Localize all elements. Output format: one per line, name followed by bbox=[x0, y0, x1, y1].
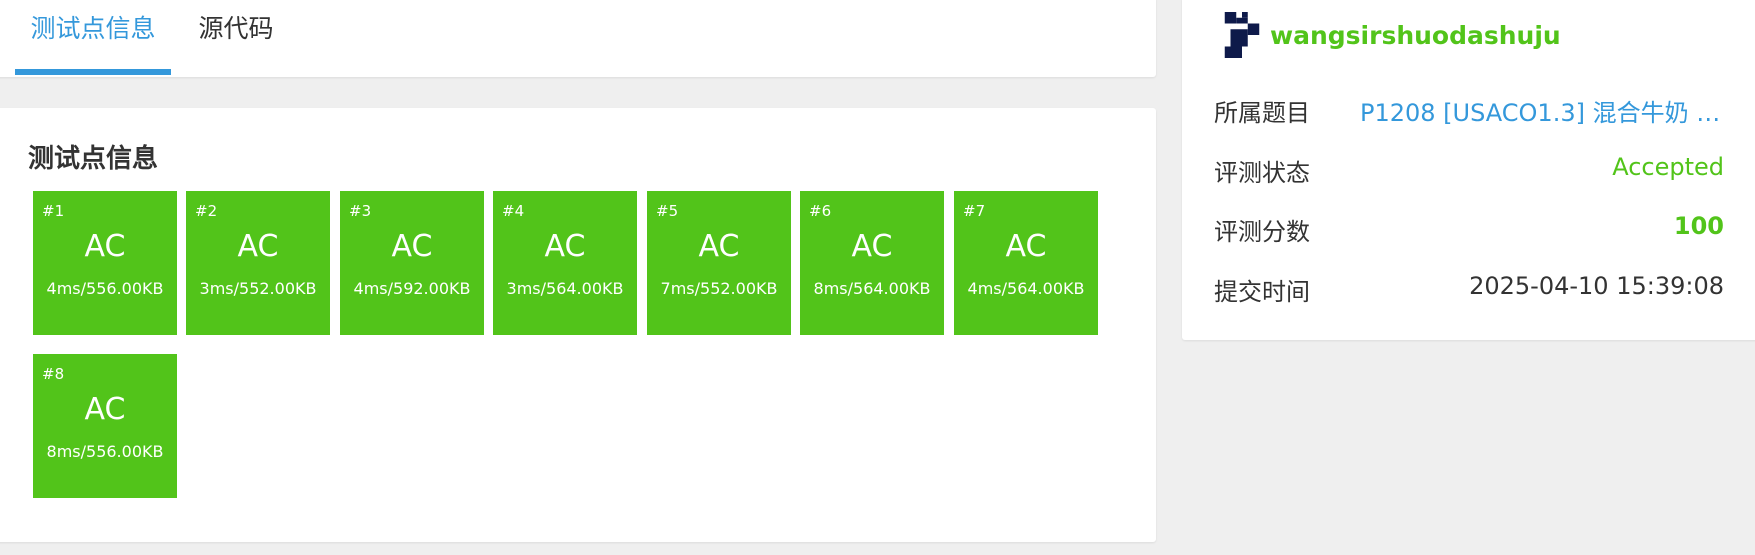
tab-test-points[interactable]: 测试点信息 bbox=[15, 0, 171, 75]
submit-time-value: 2025-04-10 15:39:08 bbox=[1469, 272, 1724, 300]
test-point-result: AC bbox=[544, 229, 586, 264]
score-label: 评测分数 bbox=[1214, 218, 1310, 246]
test-point-result: AC bbox=[698, 229, 740, 264]
test-point-result: AC bbox=[84, 392, 126, 427]
test-point-id: #2 bbox=[195, 202, 218, 220]
test-point-id: #6 bbox=[809, 202, 832, 220]
test-point-result: AC bbox=[851, 229, 893, 264]
user-row: wangsirshuodashuju bbox=[1224, 10, 1561, 60]
test-point-stat: 8ms/556.00KB bbox=[46, 442, 164, 461]
test-point-stat: 7ms/552.00KB bbox=[660, 279, 778, 298]
score-value: 100 bbox=[1673, 212, 1724, 240]
test-point[interactable]: #6 AC 8ms/564.00KB bbox=[800, 191, 944, 335]
status-label: 评测状态 bbox=[1214, 159, 1310, 187]
test-point[interactable]: #3 AC 4ms/592.00KB bbox=[340, 191, 484, 335]
test-point-id: #1 bbox=[42, 202, 65, 220]
test-point-result: AC bbox=[391, 229, 433, 264]
test-point-stat: 4ms/556.00KB bbox=[46, 279, 164, 298]
submission-info-card: wangsirshuodashuju 所属题目 P1208 [USACO1.3]… bbox=[1182, 0, 1755, 340]
submit-time-row: 提交时间 2025-04-10 15:39:08 bbox=[1214, 272, 1724, 312]
test-point[interactable]: #5 AC 7ms/552.00KB bbox=[647, 191, 791, 335]
test-point[interactable]: #1 AC 4ms/556.00KB bbox=[33, 191, 177, 335]
score-row: 评测分数 100 bbox=[1214, 212, 1724, 252]
test-point-id: #4 bbox=[502, 202, 525, 220]
problem-label: 所属题目 bbox=[1214, 99, 1310, 127]
status-row: 评测状态 Accepted bbox=[1214, 153, 1724, 193]
status-value: Accepted bbox=[1612, 153, 1724, 181]
test-point-id: #3 bbox=[349, 202, 372, 220]
test-point-stat: 8ms/564.00KB bbox=[813, 279, 931, 298]
test-point[interactable]: #7 AC 4ms/564.00KB bbox=[954, 191, 1098, 335]
username-link[interactable]: wangsirshuodashuju bbox=[1270, 21, 1561, 50]
test-point-stat: 3ms/564.00KB bbox=[506, 279, 624, 298]
submit-time-label: 提交时间 bbox=[1214, 278, 1310, 306]
test-point-id: #8 bbox=[42, 365, 65, 383]
problem-link[interactable]: P1208 [USACO1.3] 混合牛奶 Mixing Milk bbox=[1360, 93, 1724, 128]
test-point-stat: 4ms/564.00KB bbox=[967, 279, 1085, 298]
test-point[interactable]: #8 AC 8ms/556.00KB bbox=[33, 354, 177, 498]
test-points-card: 测试点信息 #1 AC 4ms/556.00KB #2 AC 3ms/552.0… bbox=[0, 108, 1156, 542]
test-point[interactable]: #4 AC 3ms/564.00KB bbox=[493, 191, 637, 335]
test-point-id: #7 bbox=[963, 202, 986, 220]
test-point-stat: 3ms/552.00KB bbox=[199, 279, 317, 298]
avatar-identicon-icon[interactable] bbox=[1224, 12, 1260, 58]
tabs-card: 测试点信息 源代码 bbox=[0, 0, 1156, 77]
test-point-result: AC bbox=[84, 229, 126, 264]
test-point[interactable]: #2 AC 3ms/552.00KB bbox=[186, 191, 330, 335]
test-point-id: #5 bbox=[656, 202, 679, 220]
test-point-result: AC bbox=[237, 229, 279, 264]
problem-row: 所属题目 P1208 [USACO1.3] 混合牛奶 Mixing Milk bbox=[1214, 93, 1724, 133]
test-point-stat: 4ms/592.00KB bbox=[353, 279, 471, 298]
section-title: 测试点信息 bbox=[28, 144, 159, 174]
test-point-result: AC bbox=[1005, 229, 1047, 264]
tab-source-code[interactable]: 源代码 bbox=[186, 0, 286, 75]
